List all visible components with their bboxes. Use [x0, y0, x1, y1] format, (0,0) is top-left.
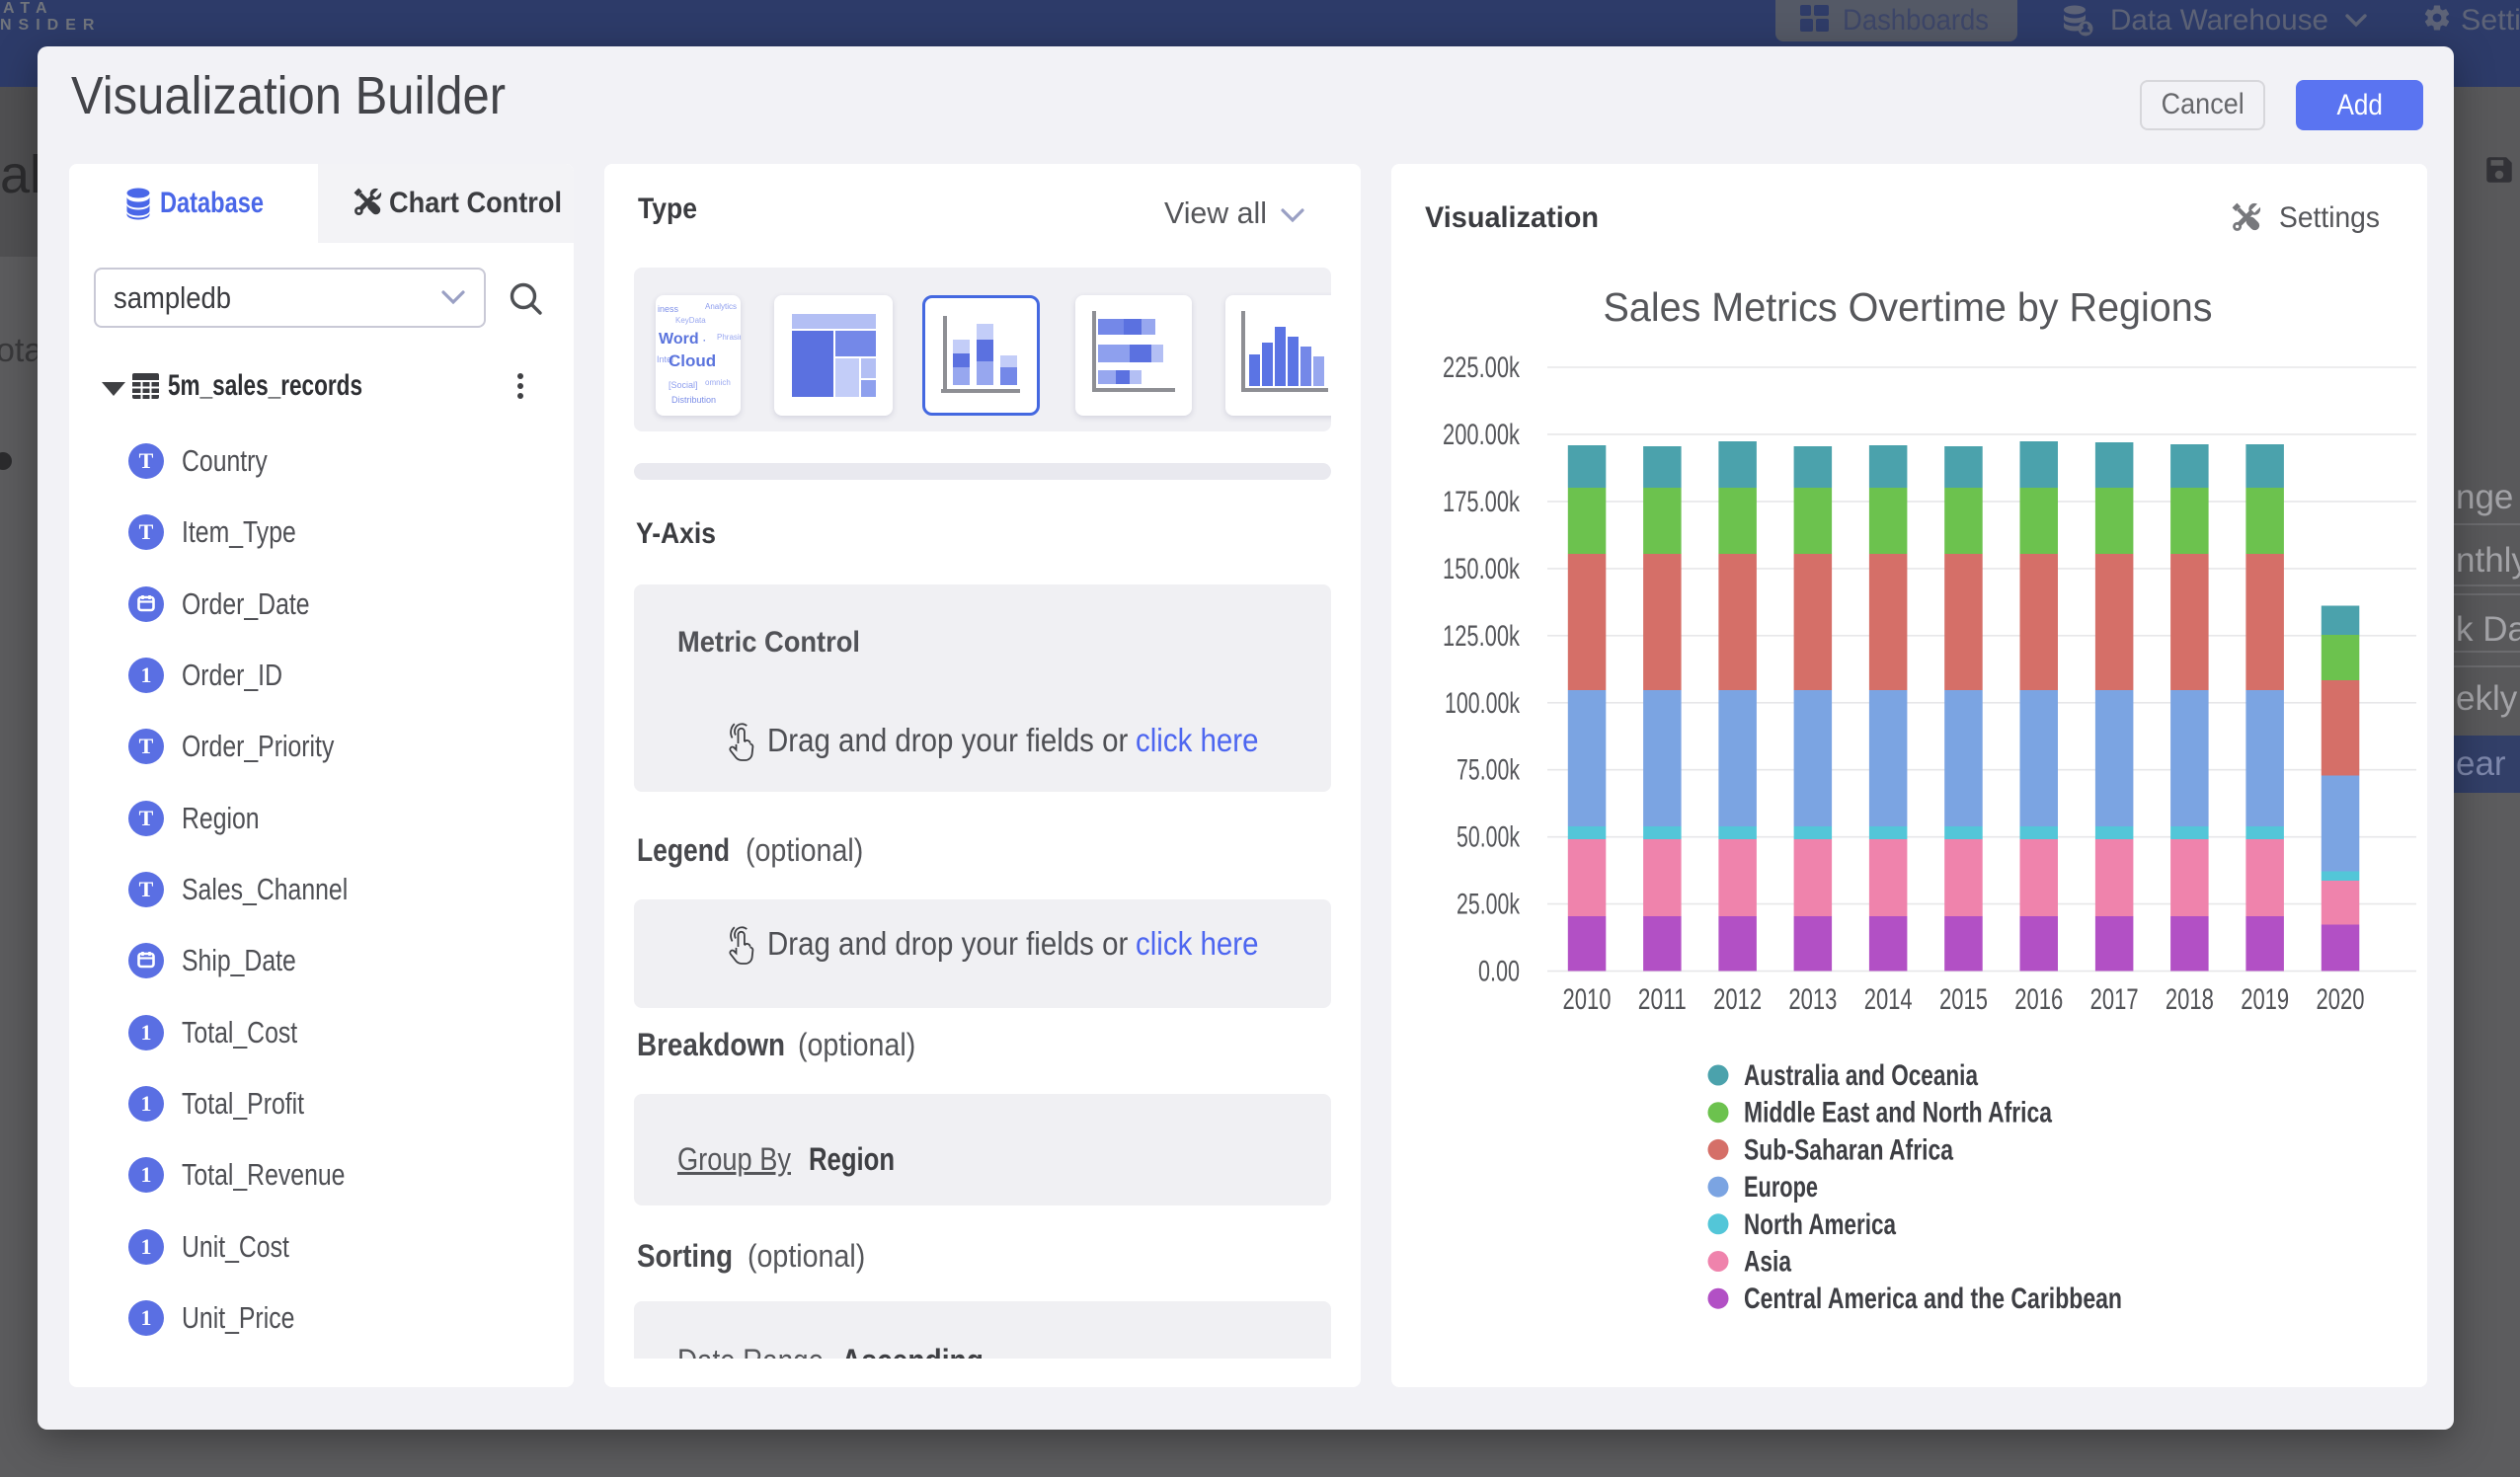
svg-text:Asia: Asia	[1744, 1246, 1791, 1279]
svg-text:2015: 2015	[1939, 983, 1988, 1016]
svg-text:Sub-Saharan Africa: Sub-Saharan Africa	[1744, 1133, 1953, 1166]
svg-text:100.00k: 100.00k	[1445, 687, 1521, 720]
svg-text:2020: 2020	[2317, 983, 2365, 1016]
svg-text:125.00k: 125.00k	[1443, 620, 1521, 653]
svg-text:Europe: Europe	[1744, 1171, 1818, 1204]
svg-text:0.00: 0.00	[1478, 956, 1520, 988]
svg-text:50.00k: 50.00k	[1457, 821, 1521, 854]
svg-text:225.00k: 225.00k	[1443, 351, 1521, 384]
svg-text:25.00k: 25.00k	[1457, 889, 1521, 921]
svg-text:2018: 2018	[2166, 983, 2214, 1016]
svg-text:Sales Metrics Overtime by Regi: Sales Metrics Overtime by Regions	[1604, 284, 2213, 330]
svg-text:2013: 2013	[1788, 983, 1837, 1016]
svg-text:200.00k: 200.00k	[1443, 419, 1521, 451]
svg-text:150.00k: 150.00k	[1443, 553, 1521, 585]
svg-text:2011: 2011	[1638, 983, 1687, 1016]
svg-text:2016: 2016	[2014, 983, 2063, 1016]
svg-text:2012: 2012	[1713, 983, 1762, 1016]
svg-text:Middle East and North Africa: Middle East and North Africa	[1744, 1097, 2052, 1129]
svg-text:Australia and Oceania: Australia and Oceania	[1744, 1059, 1978, 1092]
svg-text:2010: 2010	[1563, 983, 1612, 1016]
svg-text:North America: North America	[1744, 1208, 1896, 1241]
svg-text:2017: 2017	[2090, 983, 2139, 1016]
svg-text:Central America and the Caribb: Central America and the Caribbean	[1744, 1283, 2122, 1315]
svg-text:175.00k: 175.00k	[1443, 486, 1521, 518]
svg-text:75.00k: 75.00k	[1457, 754, 1521, 787]
svg-text:2019: 2019	[2241, 983, 2289, 1016]
svg-text:2014: 2014	[1864, 983, 1913, 1016]
